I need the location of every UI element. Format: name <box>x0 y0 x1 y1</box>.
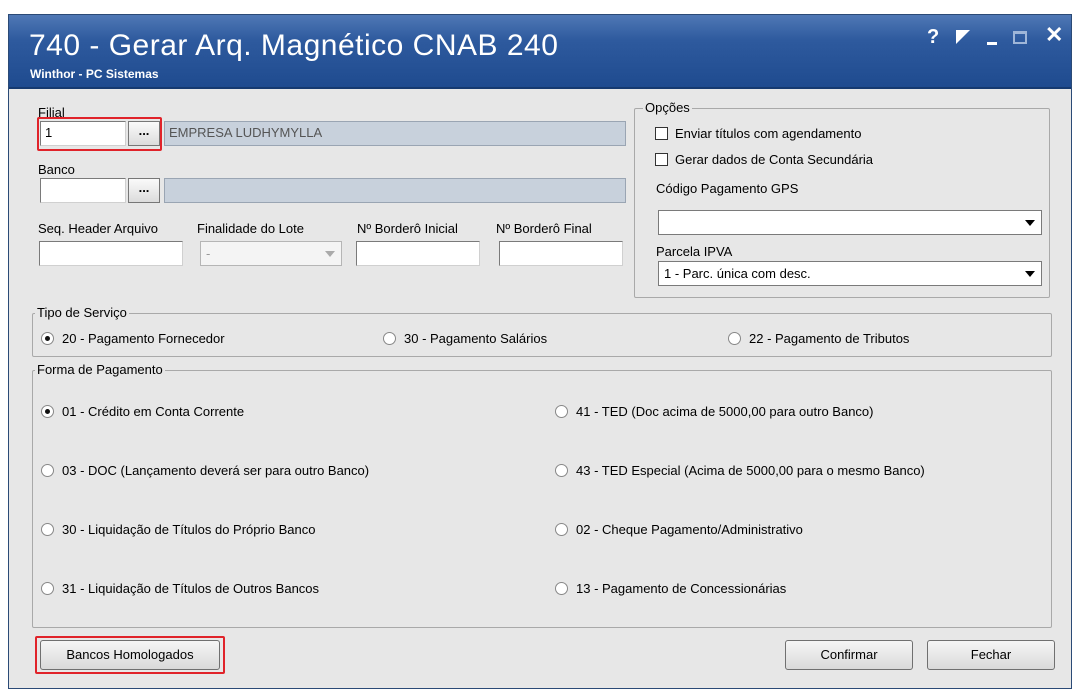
tipo-servico-group: Tipo de Serviço 20 - Pagamento Fornecedo… <box>32 305 1052 357</box>
tipo-servico-option-30[interactable]: 30 - Pagamento Salários <box>383 331 547 346</box>
minimize-icon[interactable] <box>987 42 997 45</box>
finalidade-lote-label: Finalidade do Lote <box>197 221 304 236</box>
tipo-servico-option-label: 22 - Pagamento de Tributos <box>749 331 910 346</box>
forma-pagamento-legend: Forma de Pagamento <box>35 362 165 377</box>
radio-icon <box>555 523 568 536</box>
forma-pagamento-option-01[interactable]: 01 - Crédito em Conta Corrente <box>41 404 244 419</box>
window-title: 740 - Gerar Arq. Magnético CNAB 240 <box>29 29 559 62</box>
enviar-agendamento-checkbox[interactable]: Enviar títulos com agendamento <box>655 126 861 141</box>
tipo-servico-option-20[interactable]: 20 - Pagamento Fornecedor <box>41 331 225 346</box>
opcoes-legend: Opções <box>643 100 692 115</box>
forma-pagamento-group: Forma de Pagamento 01 - Crédito em Conta… <box>32 362 1052 628</box>
confirmar-button[interactable]: Confirmar <box>785 640 913 670</box>
radio-icon <box>41 523 54 536</box>
finalidade-lote-value: - <box>206 246 211 261</box>
enviar-agendamento-label: Enviar títulos com agendamento <box>675 126 862 141</box>
window-subtitle: Winthor - PC Sistemas <box>30 67 159 81</box>
forma-pagamento-option-31[interactable]: 31 - Liquidação de Títulos de Outros Ban… <box>41 581 319 596</box>
banco-name-field <box>164 178 626 203</box>
radio-icon <box>555 405 568 418</box>
tipo-servico-legend: Tipo de Serviço <box>35 305 129 320</box>
fechar-button[interactable]: Fechar <box>927 640 1055 670</box>
forma-pagamento-option-label: 30 - Liquidação de Títulos do Próprio Ba… <box>62 522 316 537</box>
banco-label: Banco <box>38 162 75 177</box>
title-bar: 740 - Gerar Arq. Magnético CNAB 240 Wint… <box>9 15 1071 89</box>
forma-pagamento-option-03[interactable]: 03 - DOC (Lançamento deverá ser para out… <box>41 463 369 478</box>
forma-pagamento-option-13[interactable]: 13 - Pagamento de Concessionárias <box>555 581 786 596</box>
forma-pagamento-option-02[interactable]: 02 - Cheque Pagamento/Administrativo <box>555 522 803 537</box>
bordero-inicial-label: Nº Borderô Inicial <box>357 221 458 236</box>
seq-header-field[interactable] <box>39 241 183 266</box>
conta-secundaria-checkbox[interactable]: Gerar dados de Conta Secundária <box>655 152 873 167</box>
edit-icon[interactable] <box>956 30 970 44</box>
bordero-inicial-field[interactable] <box>356 241 480 266</box>
finalidade-lote-select[interactable]: - <box>200 241 342 266</box>
cnab-240-window: 740 - Gerar Arq. Magnético CNAB 240 Wint… <box>8 14 1072 689</box>
ipva-value: 1 - Parc. única com desc. <box>664 266 811 281</box>
gps-select[interactable] <box>658 210 1042 235</box>
radio-icon <box>555 582 568 595</box>
checkbox-icon <box>655 127 668 140</box>
radio-icon <box>555 464 568 477</box>
maximize-icon[interactable] <box>1013 31 1027 44</box>
filial-name-field: EMPRESA LUDHYMYLLA <box>164 121 626 146</box>
tipo-servico-option-label: 30 - Pagamento Salários <box>404 331 548 346</box>
help-icon[interactable]: ? <box>927 27 939 47</box>
opcoes-group: Opções Enviar títulos com agendamento Ge… <box>634 100 1050 298</box>
radio-selected-icon <box>41 405 54 418</box>
forma-pagamento-option-label: 13 - Pagamento de Concessionárias <box>576 581 787 596</box>
bancos-homologados-highlight <box>35 636 225 674</box>
ipva-label: Parcela IPVA <box>656 244 733 259</box>
gps-label: Código Pagamento GPS <box>656 181 799 196</box>
radio-selected-icon <box>41 332 54 345</box>
filial-highlight <box>37 117 162 151</box>
tipo-servico-option-label: 20 - Pagamento Fornecedor <box>62 331 225 346</box>
forma-pagamento-option-41[interactable]: 41 - TED (Doc acima de 5000,00 para outr… <box>555 404 873 419</box>
forma-pagamento-option-label: 03 - DOC (Lançamento deverá ser para out… <box>62 463 370 478</box>
forma-pagamento-option-30[interactable]: 30 - Liquidação de Títulos do Próprio Ba… <box>41 522 315 537</box>
forma-pagamento-option-label: 02 - Cheque Pagamento/Administrativo <box>576 522 803 537</box>
seq-header-label: Seq. Header Arquivo <box>38 221 158 236</box>
forma-pagamento-option-label: 01 - Crédito em Conta Corrente <box>62 404 245 419</box>
chevron-down-icon <box>1025 220 1035 226</box>
ipva-select[interactable]: 1 - Parc. única com desc. <box>658 261 1042 286</box>
forma-pagamento-option-43[interactable]: 43 - TED Especial (Acima de 5000,00 para… <box>555 463 925 478</box>
radio-icon <box>728 332 741 345</box>
tipo-servico-option-22[interactable]: 22 - Pagamento de Tributos <box>728 331 909 346</box>
conta-secundaria-label: Gerar dados de Conta Secundária <box>675 152 874 167</box>
radio-icon <box>41 582 54 595</box>
close-icon[interactable]: ✕ <box>1045 24 1063 46</box>
checkbox-icon <box>655 153 668 166</box>
banco-code-field[interactable] <box>40 178 126 203</box>
chevron-down-icon <box>1025 271 1035 277</box>
radio-icon <box>41 464 54 477</box>
forma-pagamento-option-label: 41 - TED (Doc acima de 5000,00 para outr… <box>576 404 874 419</box>
forma-pagamento-option-label: 31 - Liquidação de Títulos de Outros Ban… <box>62 581 320 596</box>
radio-icon <box>383 332 396 345</box>
forma-pagamento-option-label: 43 - TED Especial (Acima de 5000,00 para… <box>576 463 925 478</box>
bordero-final-field[interactable] <box>499 241 623 266</box>
bordero-final-label: Nº Borderô Final <box>496 221 592 236</box>
banco-lookup-button[interactable]: ... <box>128 178 160 203</box>
chevron-down-icon <box>325 251 335 257</box>
